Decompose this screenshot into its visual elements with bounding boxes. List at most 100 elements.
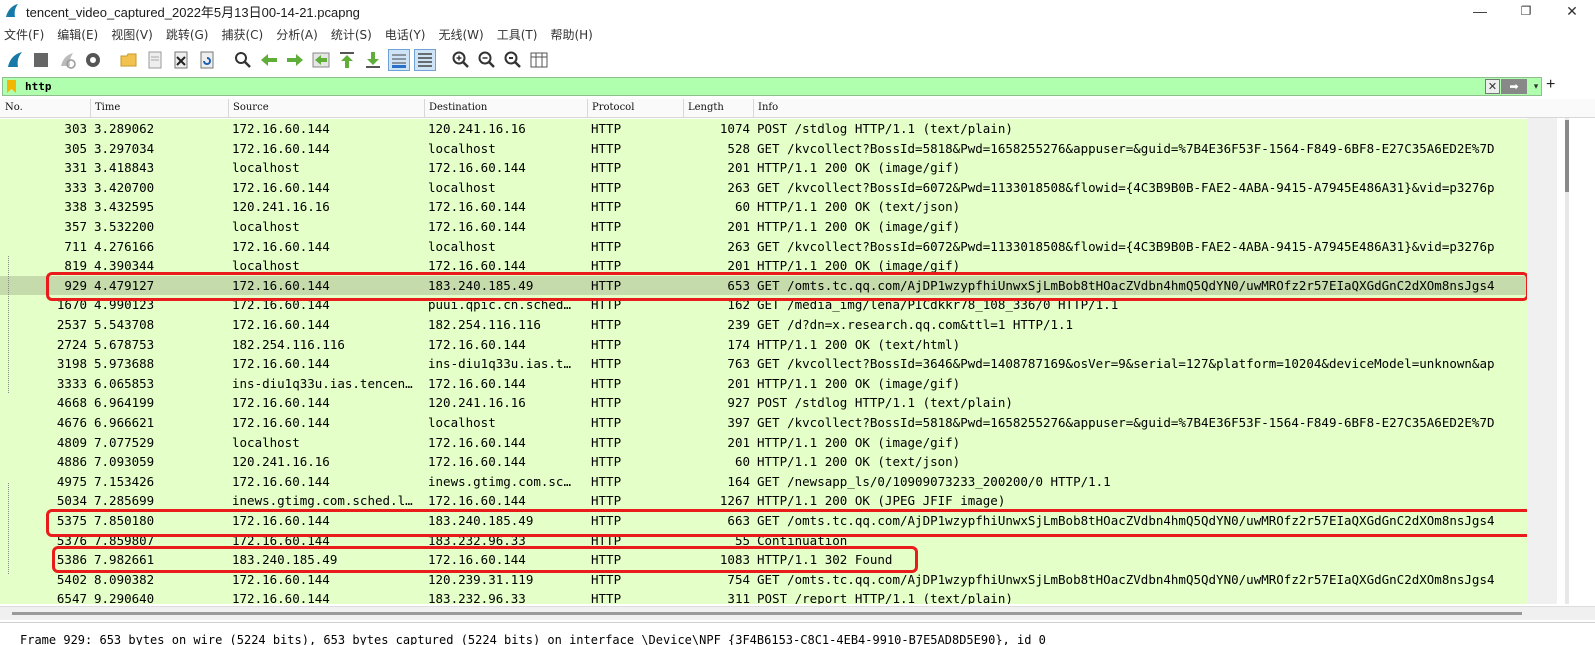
packet-row[interactable]: 2724 5.678753 182.254.116.116 172.16.60.144… [0,334,1527,355]
horizontal-scrollbar[interactable] [0,606,1595,620]
column-source[interactable]: Source [233,102,269,113]
packet-row[interactable]: 5402 8.090382 172.16.60.144 120.239.31.119 H… [0,569,1527,590]
packet-protocol: HTTP [591,375,622,391]
title-bar: tencent_video_captured_2022年5月13日00-14-2… [0,0,1595,22]
menu-view[interactable]: 视图(V) [111,26,153,43]
column-divider[interactable] [683,99,684,118]
packet-destination: localhost [428,140,496,156]
go-back-arrow-icon[interactable] [258,49,280,71]
packet-length: 239 [727,317,750,332]
restart-capture-icon[interactable] [56,49,78,71]
colorize-packet-list-icon[interactable] [414,49,436,71]
packet-row[interactable]: 2537 5.543708 172.16.60.144 182.254.116.116… [0,315,1527,335]
packet-row[interactable]: 4975 7.153426 172.16.60.144 inews.gtimg.com… [0,471,1527,492]
packet-time: 7.285699 [94,493,155,509]
clear-filter-icon[interactable]: ✕ [1485,79,1500,94]
packet-row[interactable]: 3333 6.065853 ins-diu1q33u.ias.tencen… 172.… [0,373,1527,394]
column-divider[interactable] [587,99,588,118]
menu-tools[interactable]: 工具(T) [497,26,538,43]
go-first-packet-icon[interactable] [336,49,358,71]
resize-columns-icon[interactable] [528,49,550,71]
column-protocol[interactable]: Protocol [592,102,634,113]
go-to-packet-icon[interactable] [310,49,332,71]
packet-row[interactable]: 929 4.479127 172.16.60.144 183.240.185.49 HT… [0,275,1527,296]
start-capture-fin-icon[interactable] [4,49,26,71]
packet-info: GET /kvcollect?BossId=3646&Pwd=140878716… [757,356,1495,372]
display-filter-input[interactable] [25,79,1425,95]
horizontal-scrollbar-thumb[interactable] [12,612,1522,615]
packet-row[interactable]: 333 3.420700 172.16.60.144 localhost HTTP 263… [0,177,1527,198]
zoom-normal-icon[interactable] [502,49,524,71]
filter-bookmark-icon[interactable] [6,80,18,93]
packet-time: 7.093059 [94,454,155,470]
minimize-button[interactable]: — [1457,0,1503,22]
packet-row[interactable]: 819 4.390344 localhost 172.16.60.144 HTTP 201… [0,256,1527,276]
apply-filter-arrow-icon[interactable]: ➡ [1501,79,1527,94]
packet-row[interactable]: 338 3.432595 120.241.16.16 172.16.60.144 HTT… [0,197,1527,217]
packet-no: 5375 [56,513,87,528]
packet-list-vertical-scrollbar[interactable] [1527,118,1557,604]
reload-file-icon[interactable] [196,49,218,71]
column-no[interactable]: No. [5,102,23,113]
go-forward-arrow-icon[interactable] [284,49,306,71]
packet-row[interactable]: 1670 4.990123 172.16.60.144 puui.qpic.cn.sc… [0,295,1527,315]
column-divider[interactable] [90,99,91,118]
maximize-button[interactable]: ❐ [1503,0,1549,22]
column-info[interactable]: Info [758,102,778,113]
column-length[interactable]: Length [688,102,724,113]
frame-summary-line[interactable]: Frame 929: 653 bytes on wire (5224 bits)… [20,633,1046,645]
packet-row[interactable]: 357 3.532200 localhost 172.16.60.144 HTTP 201… [0,217,1527,237]
packet-row[interactable]: 4676 6.966621 172.16.60.144 localhost HTTP 39… [0,413,1527,433]
packet-list[interactable]: No. ^ Time Source Destination Protocol L… [0,99,1595,604]
menu-statistics[interactable]: 统计(S) [331,26,372,43]
packet-length: 263 [727,238,750,254]
close-button[interactable]: ✕ [1549,0,1595,22]
display-filter-field[interactable]: ✕ ➡ ▾ [2,77,1542,96]
packet-row[interactable]: 4886 7.093059 120.241.16.16 172.16.60.144 HT… [0,452,1527,472]
save-file-icon[interactable] [144,49,166,71]
packet-row[interactable]: 5034 7.285699 inews.gtimg.com.sched.l… 172.… [0,491,1527,511]
packet-row[interactable]: 5375 7.850180 172.16.60.144 183.240.185.49 H… [0,511,1527,531]
packet-row[interactable]: 711 4.276166 172.16.60.144 localhost HTTP 263… [0,236,1527,257]
column-time[interactable]: Time [95,102,120,113]
auto-scroll-icon[interactable] [388,49,410,71]
menu-help[interactable]: 帮助(H) [550,26,592,43]
menu-go[interactable]: 跳转(G) [166,26,209,43]
menu-telephony[interactable]: 电话(Y) [385,26,426,43]
go-last-packet-icon[interactable] [362,49,384,71]
packet-row[interactable]: 5386 7.982661 183.240.185.49 172.16.60.144 H… [0,550,1527,570]
packet-row[interactable]: 6547 9.290640 172.16.60.144 183.232.96.33 HT… [0,589,1527,604]
packet-row[interactable]: 331 3.418843 localhost 172.16.60.144 HTTP 201… [0,158,1527,178]
column-destination[interactable]: Destination [429,102,487,113]
menu-capture[interactable]: 捕获(C) [221,26,263,43]
packet-length: 174 [727,336,750,352]
open-file-folder-icon[interactable] [118,49,140,71]
add-filter-button[interactable]: + [1546,76,1555,94]
packet-info: GET /kvcollect?BossId=6072&Pwd=113301850… [757,179,1495,195]
close-file-icon[interactable] [170,49,192,71]
menu-analyze[interactable]: 分析(A) [276,26,318,43]
packet-row[interactable]: 4668 6.964199 172.16.60.144 120.241.16.16 HT… [0,393,1527,413]
stop-capture-icon[interactable] [30,49,52,71]
packet-row[interactable]: 3198 5.973688 172.16.60.144 ins-diu1q33u.ia… [0,354,1527,374]
menu-wireless[interactable]: 无线(W) [439,26,484,43]
packet-row[interactable]: 303 3.289062 172.16.60.144 120.241.16.16 HTT… [0,119,1527,139]
column-divider[interactable] [753,99,754,118]
packet-row[interactable]: 5376 7.859807 172.16.60.144 183.232.96.33 HT… [0,530,1527,551]
zoom-out-icon[interactable] [476,49,498,71]
column-divider[interactable] [228,99,229,118]
packet-no: 4886 [56,454,87,470]
column-divider[interactable] [424,99,425,118]
packet-row[interactable]: 4809 7.077529 localhost 172.16.60.144 HTTP 20… [0,432,1527,453]
packet-destination: 183.240.185.49 [428,513,534,528]
packet-row[interactable]: 305 3.297034 172.16.60.144 localhost HTTP 528… [0,138,1527,159]
find-packet-search-icon[interactable] [232,49,254,71]
packet-details-pane[interactable]: Frame 929: 653 bytes on wire (5224 bits)… [0,622,1595,645]
capture-options-gear-icon[interactable] [82,49,104,71]
minimap-scrollbar[interactable] [1565,118,1569,604]
menu-file[interactable]: 文件(F) [4,26,44,43]
filter-history-dropdown-icon[interactable]: ▾ [1530,79,1542,94]
zoom-in-icon[interactable] [450,49,472,71]
scrollbar-thumb[interactable] [1565,120,1569,192]
menu-edit[interactable]: 编辑(E) [57,26,98,43]
